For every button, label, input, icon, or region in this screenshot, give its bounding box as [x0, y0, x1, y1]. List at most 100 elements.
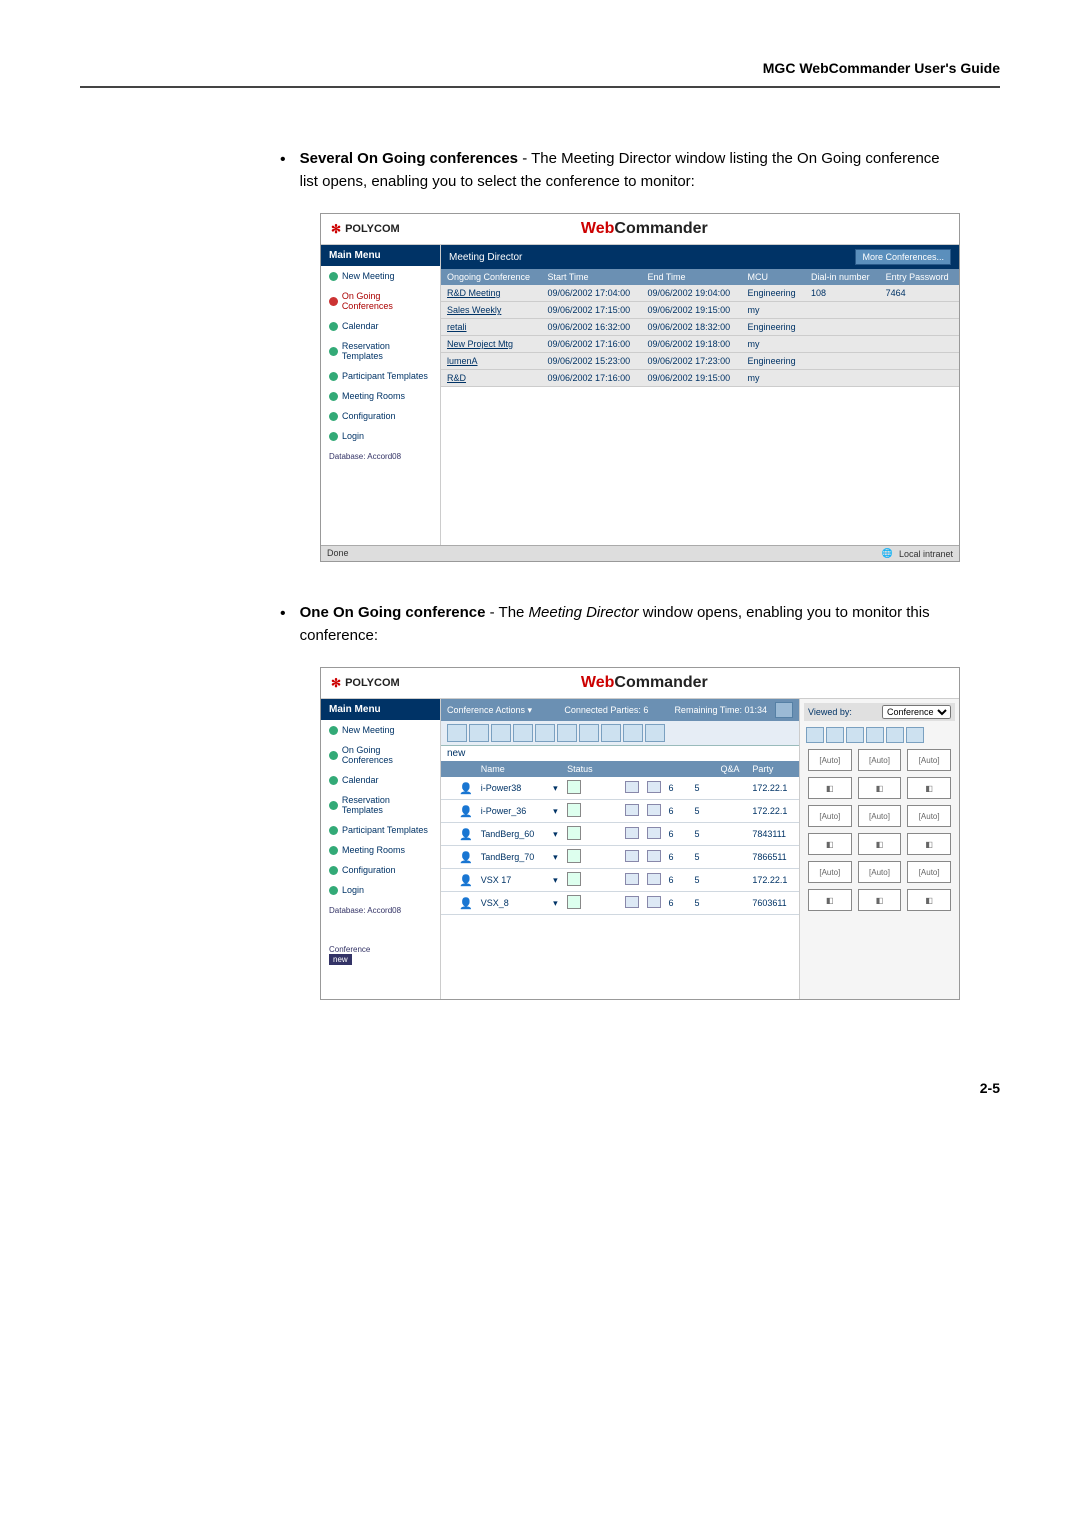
layout-cell[interactable]: ◧ — [808, 777, 852, 799]
table-row[interactable]: 👤VSX 17▾65172.22.1 — [441, 869, 799, 892]
cell[interactable]: 6 — [665, 777, 691, 800]
sidebar-item-calendar[interactable]: Calendar — [321, 316, 440, 336]
check-cell[interactable] — [441, 777, 455, 800]
tool-icon[interactable] — [491, 724, 511, 742]
cell[interactable]: 6 — [665, 823, 691, 846]
sidebar-item-ongoing[interactable]: On Going Conferences — [321, 286, 440, 316]
party-name[interactable]: TandBerg_60 — [477, 823, 549, 846]
audio-icon[interactable] — [625, 873, 639, 885]
col-status[interactable]: Status — [563, 761, 602, 777]
status-icon[interactable] — [567, 849, 581, 863]
cell[interactable]: R&D Meeting — [441, 285, 542, 302]
layout-cell[interactable]: [Auto] — [858, 861, 902, 883]
tool-icon[interactable] — [557, 724, 577, 742]
party-name[interactable]: VSX_8 — [477, 892, 549, 915]
sidebar-item-participant[interactable]: Participant Templates — [321, 820, 440, 840]
cell[interactable]: 5 — [691, 777, 717, 800]
col-pwd[interactable]: Entry Password — [880, 269, 959, 285]
tool-icon[interactable] — [447, 724, 467, 742]
status-icon[interactable] — [567, 826, 581, 840]
cell[interactable]: R&D — [441, 370, 542, 387]
col-name[interactable]: Name — [477, 761, 549, 777]
layout-cell[interactable]: ◧ — [808, 833, 852, 855]
status-icon[interactable] — [567, 895, 581, 909]
cell[interactable]: 5 — [691, 892, 717, 915]
check-cell[interactable] — [441, 846, 455, 869]
layout-cell[interactable]: ◧ — [858, 777, 902, 799]
layout-cell[interactable]: ◧ — [858, 833, 902, 855]
layout-cell[interactable]: [Auto] — [858, 749, 902, 771]
layout-cell[interactable]: ◧ — [907, 833, 951, 855]
cell[interactable]: New Project Mtg — [441, 336, 542, 353]
tool-icon[interactable] — [535, 724, 555, 742]
dd-cell[interactable]: ▾ — [549, 846, 563, 869]
audio-icon[interactable] — [625, 827, 639, 839]
layout-icon[interactable] — [826, 727, 844, 743]
layout-icon[interactable] — [846, 727, 864, 743]
video-icon[interactable] — [647, 827, 661, 839]
col-qa[interactable]: Q&A — [717, 761, 749, 777]
layout-cell[interactable]: [Auto] — [808, 861, 852, 883]
audio-icon[interactable] — [625, 896, 639, 908]
layout-cell[interactable]: [Auto] — [808, 749, 852, 771]
sidebar-item-new-meeting[interactable]: New Meeting — [321, 266, 440, 286]
status-icon[interactable] — [567, 872, 581, 886]
cell[interactable]: 6 — [665, 869, 691, 892]
sidebar-item-ongoing[interactable]: On Going Conferences — [321, 740, 440, 770]
dd-cell[interactable]: ▾ — [549, 777, 563, 800]
table-row[interactable]: R&D09/06/2002 17:16:0009/06/2002 19:15:0… — [441, 370, 959, 387]
sidebar-item-new-meeting[interactable]: New Meeting — [321, 720, 440, 740]
cell[interactable]: Sales Weekly — [441, 302, 542, 319]
cell[interactable]: lumenA — [441, 353, 542, 370]
party-name[interactable]: i-Power_36 — [477, 800, 549, 823]
sidebar-item-rooms[interactable]: Meeting Rooms — [321, 386, 440, 406]
dd-cell[interactable]: ▾ — [549, 869, 563, 892]
layout-cell[interactable]: ◧ — [907, 777, 951, 799]
audio-icon[interactable] — [625, 850, 639, 862]
dd-cell[interactable]: ▾ — [549, 800, 563, 823]
sidebar-item-login[interactable]: Login — [321, 880, 440, 900]
layout-cell[interactable]: ◧ — [858, 889, 902, 911]
party-name[interactable]: i-Power38 — [477, 777, 549, 800]
status-icon[interactable] — [567, 780, 581, 794]
more-conferences-button[interactable]: More Conferences... — [855, 249, 951, 265]
sidebar-item-calendar[interactable]: Calendar — [321, 770, 440, 790]
sidebar-item-rooms[interactable]: Meeting Rooms — [321, 840, 440, 860]
tool-icon[interactable] — [469, 724, 489, 742]
party-name[interactable]: TandBerg_70 — [477, 846, 549, 869]
tool-icon[interactable] — [601, 724, 621, 742]
table-row[interactable]: lumenA09/06/2002 15:23:0009/06/2002 17:2… — [441, 353, 959, 370]
check-cell[interactable] — [441, 800, 455, 823]
tool-icon[interactable] — [513, 724, 533, 742]
table-row[interactable]: 👤i-Power_36▾65172.22.1 — [441, 800, 799, 823]
conf-actions-menu[interactable]: Conference Actions ▾ — [447, 705, 532, 716]
layout-cell[interactable]: [Auto] — [808, 805, 852, 827]
layout-icon[interactable] — [806, 727, 824, 743]
sidebar-item-participant[interactable]: Participant Templates — [321, 366, 440, 386]
layout-icon[interactable] — [886, 727, 904, 743]
check-cell[interactable] — [441, 869, 455, 892]
cell[interactable]: 5 — [691, 846, 717, 869]
dd-cell[interactable]: ▾ — [549, 823, 563, 846]
col-conf[interactable]: Ongoing Conference — [441, 269, 542, 285]
check-cell[interactable] — [441, 892, 455, 915]
party-name[interactable]: VSX 17 — [477, 869, 549, 892]
sidebar-item-config[interactable]: Configuration — [321, 860, 440, 880]
col-start[interactable]: Start Time — [542, 269, 642, 285]
stop-button[interactable] — [775, 702, 793, 718]
dd-cell[interactable]: ▾ — [549, 892, 563, 915]
cell[interactable]: 5 — [691, 823, 717, 846]
table-row[interactable]: 👤TandBerg_70▾657866511 — [441, 846, 799, 869]
layout-cell[interactable]: [Auto] — [858, 805, 902, 827]
video-icon[interactable] — [647, 896, 661, 908]
table-row[interactable]: 👤VSX_8▾657603611 — [441, 892, 799, 915]
layout-cell[interactable]: ◧ — [808, 889, 852, 911]
col-end[interactable]: End Time — [642, 269, 742, 285]
cell[interactable]: 6 — [665, 846, 691, 869]
check-cell[interactable] — [441, 823, 455, 846]
video-icon[interactable] — [647, 873, 661, 885]
table-row[interactable]: New Project Mtg09/06/2002 17:16:0009/06/… — [441, 336, 959, 353]
cell[interactable]: 6 — [665, 892, 691, 915]
viewed-select[interactable]: Conference — [882, 705, 951, 719]
layout-cell[interactable]: [Auto] — [907, 805, 951, 827]
